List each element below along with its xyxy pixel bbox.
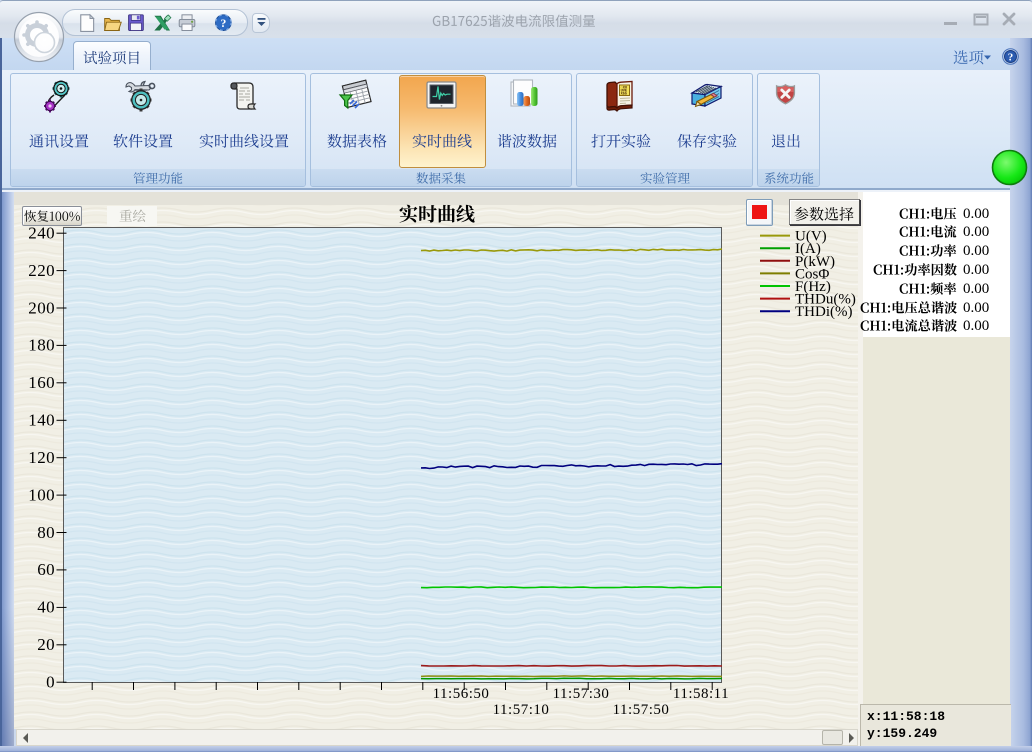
svg-text:200: 200 xyxy=(28,298,55,317)
svg-text:11:56:50: 11:56:50 xyxy=(433,686,490,702)
svg-text:11:57:50: 11:57:50 xyxy=(613,702,670,718)
svg-text:180: 180 xyxy=(28,336,55,355)
svg-text:11:58:11: 11:58:11 xyxy=(673,686,729,702)
svg-text:120: 120 xyxy=(28,448,55,467)
svg-text:160: 160 xyxy=(28,373,55,392)
svg-text:20: 20 xyxy=(37,635,55,654)
svg-text:100: 100 xyxy=(28,485,55,504)
svg-text:80: 80 xyxy=(37,523,55,542)
svg-text:11:57:10: 11:57:10 xyxy=(493,702,550,718)
svg-text:11:57:30: 11:57:30 xyxy=(553,686,610,702)
svg-text:60: 60 xyxy=(37,560,55,579)
svg-text:140: 140 xyxy=(28,411,55,430)
svg-text:240: 240 xyxy=(28,224,55,243)
svg-text:220: 220 xyxy=(28,261,55,280)
svg-text:40: 40 xyxy=(37,598,55,617)
svg-text:0: 0 xyxy=(46,673,55,692)
svg-text:THDi(%): THDi(%) xyxy=(795,304,852,320)
